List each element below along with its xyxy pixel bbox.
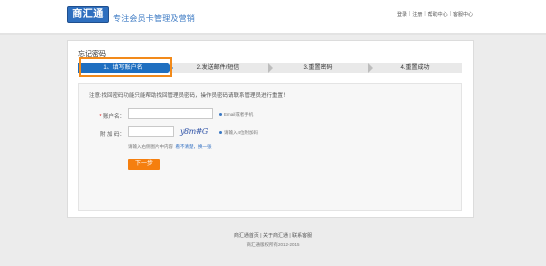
step-highlight-box xyxy=(79,57,172,77)
account-label-text: 账户名： xyxy=(102,114,125,120)
nav-register[interactable]: 注册 xyxy=(412,11,422,18)
account-label: * 账户名： xyxy=(87,112,125,120)
code-hint-text: 请输入4位附加码 xyxy=(224,130,259,135)
slogan: 专注会员卡管理及营销 xyxy=(113,14,195,23)
step-3: 3.重置密码 xyxy=(303,65,333,71)
captcha-tip-text: 请输入右侧图片中内容 xyxy=(128,144,173,149)
code-label: 附 加 码： xyxy=(99,132,125,138)
captcha-tip: 请输入右侧图片中内容 看不清楚，换一张 xyxy=(128,144,212,150)
nav-separator: | xyxy=(424,11,426,17)
code-hint: 请输入4位附加码 xyxy=(219,130,258,136)
form-box: 注意:找回密码功能只能帮助找回管理员密码，操作员密码请联系管理员进行重置！ * … xyxy=(78,83,462,211)
nav-separator: | xyxy=(449,11,451,17)
logo[interactable]: 商汇通 xyxy=(67,6,109,23)
step-2: 2.发送邮件/短信 xyxy=(196,65,240,71)
intro-note: 注意:找回密码功能只能帮助找回管理员密码，操作员密码请联系管理员进行重置！ xyxy=(89,93,289,99)
code-input[interactable] xyxy=(128,126,174,137)
account-hint-text: Email或者手机 xyxy=(224,112,254,117)
captcha-image[interactable]: y8m#G xyxy=(180,126,212,137)
info-dot-icon xyxy=(219,113,222,117)
footer-links[interactable]: 商汇通首页 | 关于商汇通 | 联系客服 xyxy=(0,232,546,239)
nav-login[interactable]: 登录 xyxy=(397,11,407,18)
nav-service[interactable]: 客服中心 xyxy=(453,11,473,18)
next-button[interactable]: 下一步 xyxy=(128,159,160,170)
header-divider xyxy=(0,33,546,35)
nav-separator: | xyxy=(409,11,411,17)
info-dot-icon xyxy=(219,131,222,135)
main-panel: 忘记密码 1、填写账户名 2.发送邮件/短信 3.重置密码 4.重置成功 注意:… xyxy=(67,40,474,218)
logo-text: 商汇通 xyxy=(72,9,104,20)
required-mark: * xyxy=(99,114,102,120)
top-nav: 登录 | 注册 | 帮助中心 | 客服中心 xyxy=(397,11,473,18)
nav-help[interactable]: 帮助中心 xyxy=(428,11,448,18)
account-hint: Email或者手机 xyxy=(219,112,253,118)
header: 商汇通 专注会员卡管理及营销 登录 | 注册 | 帮助中心 | 客服中心 xyxy=(0,0,546,33)
footer: 商汇通首页 | 关于商汇通 | 联系客服 商汇通版权所有2012-2015 xyxy=(0,232,546,248)
captcha-refresh-link[interactable]: 看不清楚，换一张 xyxy=(176,144,212,149)
step-arrow-icon xyxy=(268,63,273,73)
account-input[interactable] xyxy=(128,108,213,119)
footer-copyright: 商汇通版权所有2012-2015 xyxy=(246,242,300,247)
step-4: 4.重置成功 xyxy=(400,65,430,71)
step-arrow-icon xyxy=(368,63,373,73)
